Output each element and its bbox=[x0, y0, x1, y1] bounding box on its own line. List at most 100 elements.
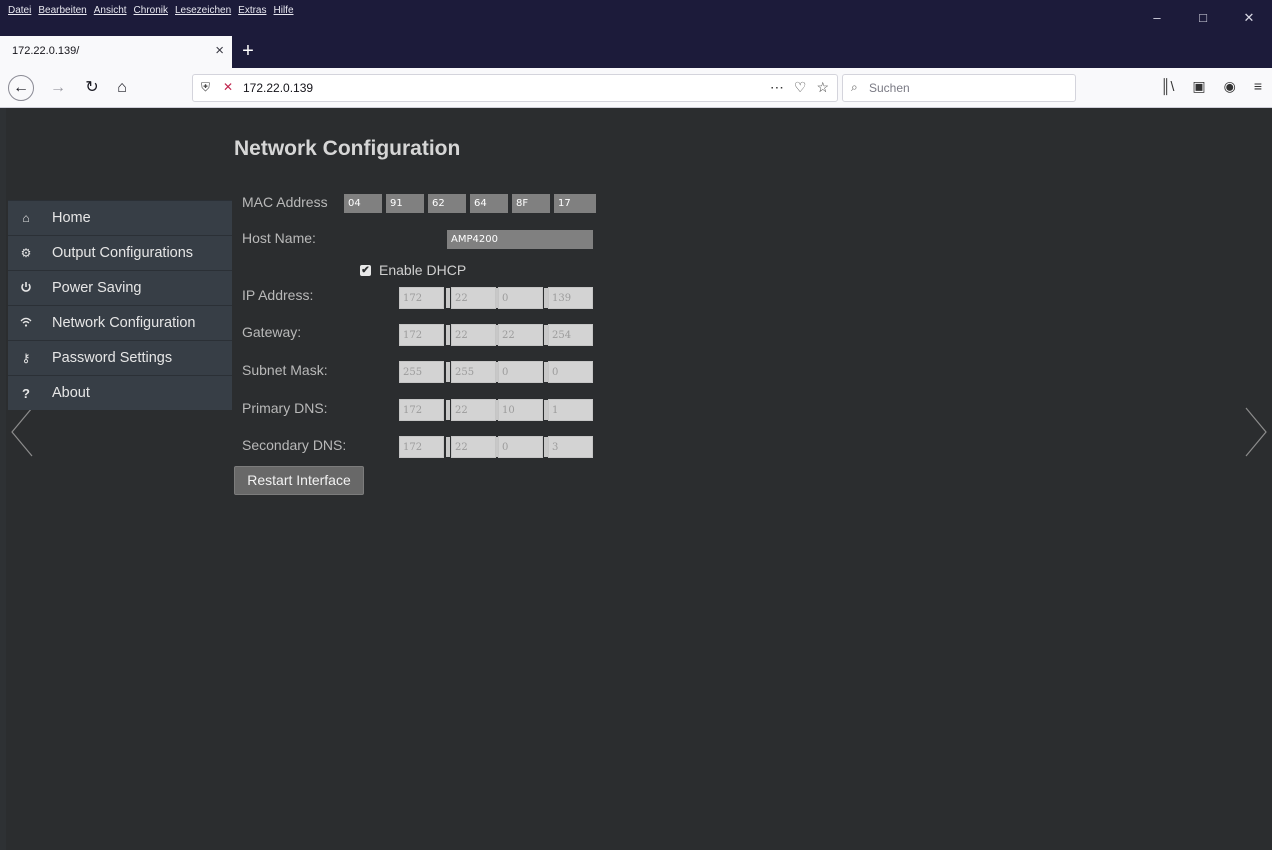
page-left-edge bbox=[0, 108, 6, 850]
secondary-dns-octet-3[interactable]: 0 bbox=[498, 436, 543, 458]
url-actions: ⋯ ♡ ☆ bbox=[770, 79, 829, 96]
gateway-octet-2[interactable]: 22 bbox=[451, 324, 496, 346]
restart-interface-button[interactable]: Restart Interface bbox=[234, 466, 364, 495]
insecure-lock-icon[interactable]: ✕ bbox=[223, 80, 233, 94]
search-placeholder: Suchen bbox=[869, 81, 910, 95]
sidebar-item-label: Password Settings bbox=[52, 350, 173, 366]
sidebar-item-output-configurations[interactable]: ⚙ Output Configurations bbox=[8, 235, 232, 270]
ip-separator bbox=[446, 437, 450, 457]
tab-strip: 172.22.0.139/ × + bbox=[0, 36, 1272, 68]
back-icon[interactable]: ← bbox=[8, 75, 34, 101]
mac-address-label: MAC Address bbox=[242, 194, 328, 210]
gateway-octet-3[interactable]: 22 bbox=[498, 324, 543, 346]
page-title: Network Configuration bbox=[234, 137, 461, 160]
subnet-octet-4[interactable]: 0 bbox=[548, 361, 593, 383]
mac-octet-1[interactable]: 04 bbox=[344, 194, 382, 213]
mac-octet-3[interactable]: 62 bbox=[428, 194, 466, 213]
menu-chronik[interactable]: Chronik bbox=[134, 5, 168, 16]
maximize-icon[interactable]: □ bbox=[1180, 0, 1226, 36]
menu-ansicht[interactable]: Ansicht bbox=[94, 5, 127, 16]
navigation-toolbar: ← → ↻ ⌂ ⛨ ✕ 172.22.0.139 ⋯ ♡ ☆ ⌕ Suchen … bbox=[0, 68, 1272, 108]
sidebar-item-label: Output Configurations bbox=[52, 245, 194, 261]
minimize-icon[interactable]: – bbox=[1134, 0, 1180, 36]
tab-title: 172.22.0.139/ bbox=[12, 45, 80, 57]
secondary-dns-octet-2[interactable]: 22 bbox=[451, 436, 496, 458]
ip-separator bbox=[446, 288, 450, 308]
next-arrow-icon[interactable] bbox=[1244, 406, 1268, 458]
ip-octet-3[interactable]: 0 bbox=[498, 287, 543, 309]
subnet-octet-2[interactable]: 255 bbox=[451, 361, 496, 383]
library-icon[interactable]: ║\ bbox=[1161, 78, 1175, 95]
sidebar-item-network-configuration[interactable]: Network Configuration bbox=[8, 305, 232, 340]
account-icon[interactable]: ◉ bbox=[1224, 78, 1236, 95]
new-tab-icon[interactable]: + bbox=[236, 39, 260, 65]
secondary-dns-octet-1[interactable]: 172 bbox=[399, 436, 444, 458]
search-icon: ⌕ bbox=[851, 80, 858, 94]
host-name-input[interactable]: AMP4200 bbox=[447, 230, 593, 249]
primary-dns-octet-1[interactable]: 172 bbox=[399, 399, 444, 421]
search-input[interactable]: ⌕ Suchen bbox=[842, 74, 1076, 102]
gateway-label: Gateway: bbox=[242, 324, 302, 340]
primary-dns-label: Primary DNS: bbox=[242, 400, 328, 416]
close-tab-icon[interactable]: × bbox=[215, 42, 224, 59]
subnet-octet-1[interactable]: 255 bbox=[399, 361, 444, 383]
sidebar-item-label: Home bbox=[52, 210, 91, 226]
gateway-octet-1[interactable]: 172 bbox=[399, 324, 444, 346]
dhcp-checkbox-row[interactable]: ✔ Enable DHCP bbox=[360, 262, 466, 278]
hamburger-menu-icon[interactable]: ≡ bbox=[1254, 78, 1262, 95]
primary-dns-octet-2[interactable]: 22 bbox=[451, 399, 496, 421]
gateway-octet-4[interactable]: 254 bbox=[548, 324, 593, 346]
wifi-icon bbox=[18, 316, 34, 330]
menu-datei[interactable]: Datei bbox=[8, 5, 31, 16]
ip-octet-2[interactable]: 22 bbox=[451, 287, 496, 309]
mac-octet-4[interactable]: 64 bbox=[470, 194, 508, 213]
sidebar-item-label: Network Configuration bbox=[52, 315, 196, 331]
menu-extras[interactable]: Extras bbox=[238, 5, 266, 16]
mac-octet-6[interactable]: 17 bbox=[554, 194, 596, 213]
menu-bearbeiten[interactable]: Bearbeiten bbox=[38, 5, 86, 16]
sidebar-item-label: Power Saving bbox=[52, 280, 142, 296]
gear-icon: ⚙ bbox=[20, 246, 32, 260]
primary-dns-octet-3[interactable]: 10 bbox=[498, 399, 543, 421]
more-actions-icon[interactable]: ⋯ bbox=[770, 79, 784, 96]
browser-tab[interactable]: 172.22.0.139/ × bbox=[0, 36, 232, 68]
sidebar-item-power-saving[interactable]: Power Saving bbox=[8, 270, 232, 305]
reload-icon[interactable]: ↻ bbox=[80, 77, 104, 99]
pocket-icon[interactable]: ♡ bbox=[794, 79, 807, 96]
host-name-label: Host Name: bbox=[242, 230, 316, 246]
ip-address-label: IP Address: bbox=[242, 287, 314, 303]
home-browser-icon[interactable]: ⌂ bbox=[110, 77, 134, 99]
sidebar-item-about[interactable]: ? About bbox=[8, 375, 232, 410]
mac-octet-5[interactable]: 8F bbox=[512, 194, 550, 213]
bookmark-star-icon[interactable]: ☆ bbox=[816, 79, 829, 96]
secondary-dns-octet-4[interactable]: 3 bbox=[548, 436, 593, 458]
key-icon: ⚷ bbox=[21, 351, 31, 365]
dhcp-label: Enable DHCP bbox=[379, 262, 467, 278]
mac-octet-2[interactable]: 91 bbox=[386, 194, 424, 213]
dhcp-checkbox[interactable]: ✔ bbox=[360, 264, 371, 276]
close-window-icon[interactable]: ✕ bbox=[1226, 0, 1272, 36]
power-icon bbox=[18, 281, 34, 296]
url-text: 172.22.0.139 bbox=[243, 81, 314, 95]
subnet-octet-3[interactable]: 0 bbox=[498, 361, 543, 383]
shield-icon[interactable]: ⛨ bbox=[201, 80, 210, 95]
menu-items: Datei Bearbeiten Ansicht Chronik Lesezei… bbox=[8, 5, 294, 16]
sidebar-item-home[interactable]: ⌂ Home bbox=[8, 200, 232, 235]
url-bar[interactable]: ⛨ ✕ 172.22.0.139 ⋯ ♡ ☆ bbox=[192, 74, 838, 102]
previous-arrow-icon[interactable] bbox=[10, 406, 34, 458]
ip-separator bbox=[446, 400, 450, 420]
ip-separator bbox=[446, 325, 450, 345]
menu-hilfe[interactable]: Hilfe bbox=[274, 5, 294, 16]
ip-octet-4[interactable]: 139 bbox=[548, 287, 593, 309]
ip-separator bbox=[446, 362, 450, 382]
home-icon: ⌂ bbox=[22, 211, 30, 225]
primary-dns-octet-4[interactable]: 1 bbox=[548, 399, 593, 421]
ip-octet-1[interactable]: 172 bbox=[399, 287, 444, 309]
forward-icon[interactable]: → bbox=[46, 77, 70, 99]
sidebar-nav: ⌂ Home ⚙ Output Configurations Power Sav… bbox=[8, 200, 232, 410]
secondary-dns-label: Secondary DNS: bbox=[242, 437, 347, 453]
menu-lesezeichen[interactable]: Lesezeichen bbox=[175, 5, 231, 16]
sidebar-item-password-settings[interactable]: ⚷ Password Settings bbox=[8, 340, 232, 375]
sidebar-toggle-icon[interactable]: ▣ bbox=[1192, 78, 1205, 95]
toolbar-icons: ║\ ▣ ◉ ≡ bbox=[1161, 78, 1262, 95]
